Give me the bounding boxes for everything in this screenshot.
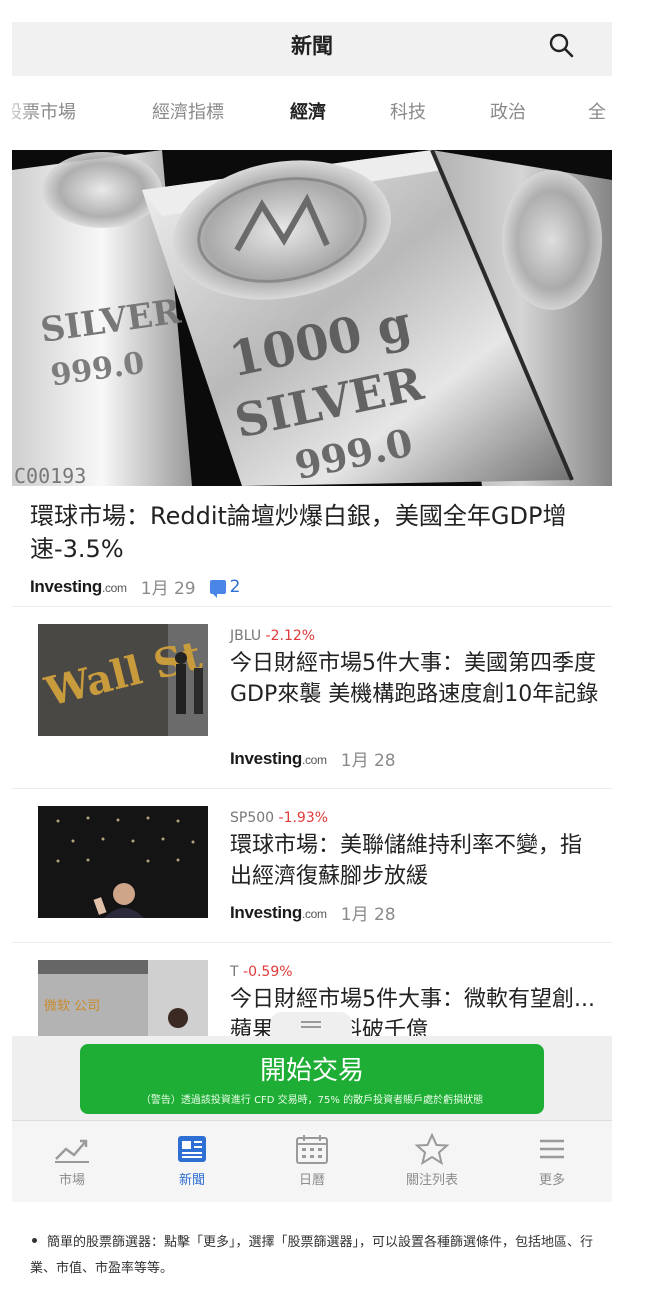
comment-count[interactable]: 2 <box>209 577 240 598</box>
article-headline[interactable]: 今日財經市場5件大事：美國第四季度GDP來襲 美機構跑路速度創10年記錄 <box>230 648 600 710</box>
tab-economic-indicators[interactable]: 經濟指標 <box>152 98 224 124</box>
category-tabs: 股票市場 經濟指標 經濟 科技 政治 全 <box>12 76 612 148</box>
article-meta: Investing.com 1月 28 <box>230 746 396 772</box>
svg-text:C00193: C00193 <box>14 464 86 486</box>
hero-meta: Investing.com 1月 29 2 <box>30 574 240 600</box>
article-thumbnail: Wall St <box>38 624 208 736</box>
tab-economy[interactable]: 經濟 <box>290 98 326 124</box>
comment-icon <box>209 579 226 598</box>
bottom-nav: 市場 新聞 日曆 關注列表 更多 <box>12 1120 612 1202</box>
list-item[interactable]: SP500 -1.93% 環球市場：美聯儲維持利率不變，指出經濟復蘇腳步放緩 I… <box>12 788 612 942</box>
risk-disclaimer: （警告）透過該投資進行 CFD 交易時，75% 的散戶投資者賬戶處於虧損狀態 <box>140 1095 484 1106</box>
nav-markets[interactable]: 市場 <box>22 1133 122 1188</box>
footer-note: 簡單的股票篩選器：點擊「更多」，選擇「股票篩選器」，可以設置各種篩選條件，包括地… <box>30 1235 594 1276</box>
article-thumbnail <box>38 806 208 918</box>
article-meta: Investing.com 1月 28 <box>230 900 396 926</box>
ticker-change[interactable]: SP500 -1.93% <box>230 810 328 826</box>
tabs-fade-left <box>12 76 34 148</box>
source-logo: Investing.com <box>230 748 327 768</box>
hero-headline[interactable]: 環球市場：Reddit論壇炒爆白銀，美國全年GDP增速-3.5% <box>30 500 590 566</box>
app-screen: 新聞 股票市場 經濟指標 經濟 科技 政治 全 <box>12 22 612 1202</box>
nav-watchlist[interactable]: 關注列表 <box>382 1133 482 1188</box>
hero-date: 1月 29 <box>140 579 196 599</box>
tab-politics[interactable]: 政治 <box>490 98 526 124</box>
bullet-icon <box>32 1238 37 1243</box>
handle-grip-icon <box>301 1021 321 1023</box>
trade-label: 開始交易 <box>259 1056 364 1086</box>
ticker-change[interactable]: JBLU -2.12% <box>230 628 315 644</box>
svg-text:微软 公司: 微软 公司 <box>44 999 100 1014</box>
article-date: 1月 28 <box>340 905 396 925</box>
menu-icon <box>540 1139 564 1159</box>
chart-line-icon <box>55 1139 89 1163</box>
star-icon <box>414 1133 450 1165</box>
article-date: 1月 28 <box>340 751 396 771</box>
tabs-fade-right <box>600 76 612 148</box>
article-headline[interactable]: 環球市場：美聯儲維持利率不變，指出經濟復蘇腳步放緩 <box>230 830 600 892</box>
newspaper-icon <box>178 1136 206 1162</box>
tab-tech[interactable]: 科技 <box>390 98 426 124</box>
trade-panel: 開始交易 （警告）透過該投資進行 CFD 交易時，75% 的散戶投資者賬戶處於虧… <box>12 1036 612 1120</box>
source-logo: Investing.com <box>230 902 327 922</box>
nav-news[interactable]: 新聞 <box>142 1133 242 1188</box>
top-bar: 新聞 <box>12 22 612 76</box>
nav-calendar[interactable]: 日曆 <box>262 1133 362 1188</box>
ticker-change[interactable]: T -0.59% <box>230 964 293 980</box>
calendar-icon <box>296 1135 328 1164</box>
hero-image[interactable]: SILVER 999.0 C00193 1000 g SILVER 999.0 <box>12 150 612 486</box>
nav-more[interactable]: 更多 <box>502 1133 602 1188</box>
source-logo: Investing.com <box>30 576 127 596</box>
page-title: 新聞 <box>291 34 333 58</box>
start-trading-button[interactable]: 開始交易 （警告）透過該投資進行 CFD 交易時，75% 的散戶投資者賬戶處於虧… <box>80 1044 544 1114</box>
list-item[interactable]: Wall St JBLU -2.12% 今日財經市場5件大事：美國第四季度GDP… <box>12 606 612 788</box>
drawer-handle[interactable] <box>270 1012 352 1038</box>
search-icon[interactable] <box>548 32 574 58</box>
